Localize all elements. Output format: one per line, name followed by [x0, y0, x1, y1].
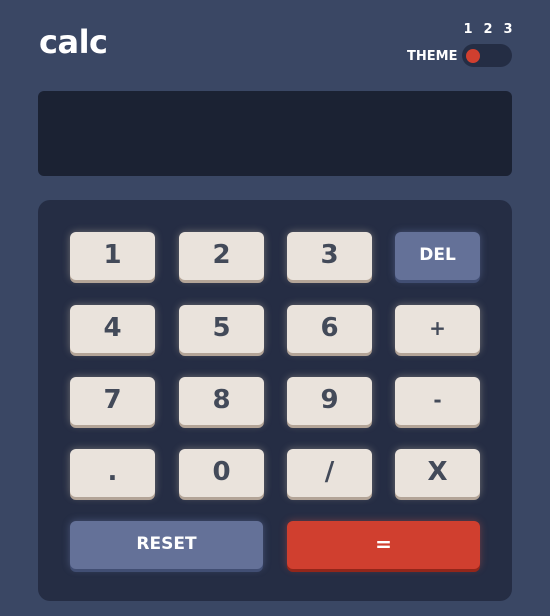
plus-button[interactable]: +	[395, 305, 480, 353]
key-6[interactable]: 6	[287, 305, 372, 353]
equals-button[interactable]: =	[287, 521, 480, 569]
key-9[interactable]: 9	[287, 377, 372, 425]
theme-number-2[interactable]: 2	[481, 21, 495, 39]
theme-label: THEME	[407, 49, 458, 64]
key-5[interactable]: 5	[179, 305, 264, 353]
theme-numbers: 1 2 3	[461, 21, 515, 39]
reset-button[interactable]: RESET	[70, 521, 263, 569]
theme-number-1[interactable]: 1	[461, 21, 475, 39]
multiply-button[interactable]: X	[395, 449, 480, 497]
key-0[interactable]: 0	[179, 449, 264, 497]
key-4[interactable]: 4	[70, 305, 155, 353]
minus-button[interactable]: -	[395, 377, 480, 425]
calculator-display	[38, 91, 512, 176]
decimal-button[interactable]: .	[70, 449, 155, 497]
key-3[interactable]: 3	[287, 232, 372, 280]
app-logo: calc	[39, 23, 108, 61]
key-7[interactable]: 7	[70, 377, 155, 425]
keypad: 1 2 3 DEL 4 5 6 + 7 8 9 - . 0 / X RESET …	[38, 200, 512, 601]
theme-number-3[interactable]: 3	[501, 21, 515, 39]
theme-toggle[interactable]	[462, 44, 512, 67]
key-8[interactable]: 8	[179, 377, 264, 425]
key-1[interactable]: 1	[70, 232, 155, 280]
divide-button[interactable]: /	[287, 449, 372, 497]
key-2[interactable]: 2	[179, 232, 264, 280]
delete-button[interactable]: DEL	[395, 232, 480, 280]
theme-toggle-knob[interactable]	[466, 49, 480, 63]
